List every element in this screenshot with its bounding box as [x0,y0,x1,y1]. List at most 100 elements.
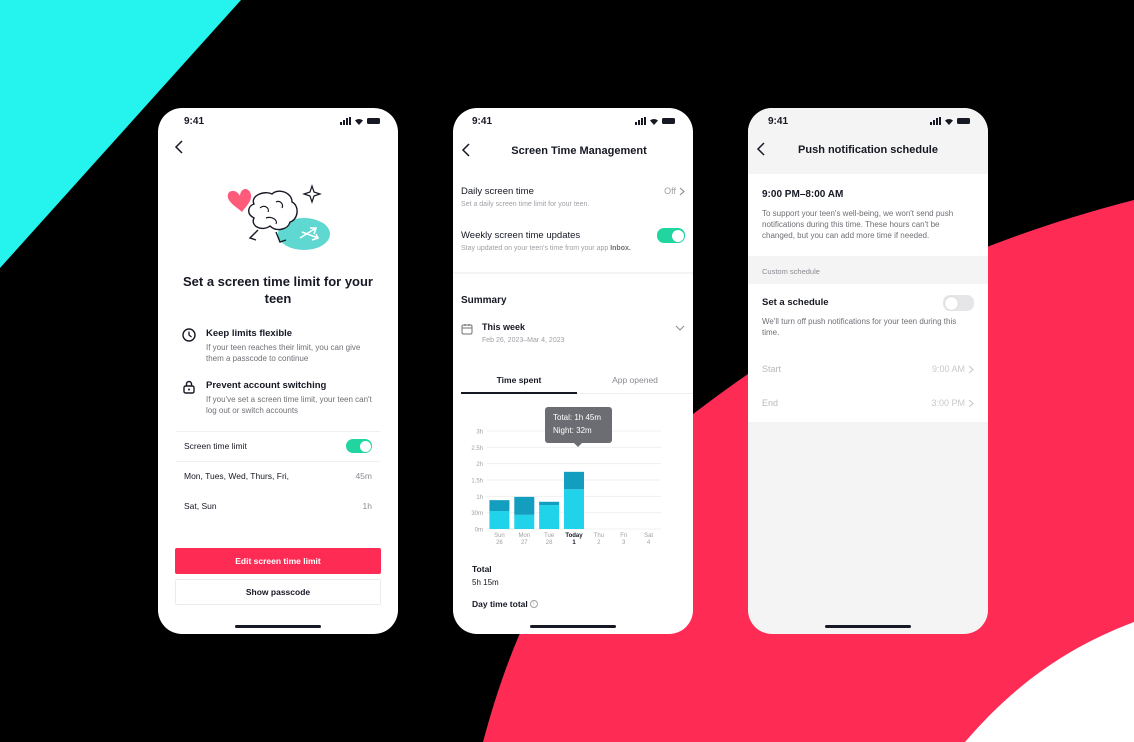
limit-row-weekdays[interactable]: Mon, Tues, Wed, Thurs, Fri, 45m [184,471,372,481]
set-schedule-desc: We'll turn off push notifications for yo… [762,317,957,337]
tab-time-spent[interactable]: Time spent [461,372,577,394]
y-tick-label: 2h [476,462,483,468]
chevron-right-icon [679,187,685,195]
home-indicator[interactable] [530,625,616,628]
feature-title: Keep limits flexible [206,328,293,339]
x-tick-date: 4 [647,540,651,546]
y-tick-label: 0m [475,528,483,534]
quiet-hours-card: 9:00 PM–8:00 AM To support your teen's w… [748,174,988,256]
signal-icon [340,117,351,125]
start-label: Start [762,364,782,374]
home-indicator[interactable] [825,625,911,628]
daily-screen-time-desc: Set a daily screen time limit for your t… [461,201,590,208]
set-schedule-toggle[interactable] [943,295,974,311]
edit-screen-time-limit-button[interactable]: Edit screen time limit [175,548,381,574]
lock-icon [183,380,195,394]
y-tick-label: 1h [476,495,483,501]
bar-day [514,514,535,529]
phone-push-notification-schedule: 9:41 Push notification schedule 9:00 PM–… [748,108,988,634]
screen-time-limit-row: Screen time limit [184,439,372,453]
signal-icon [930,117,941,125]
bar-day [539,505,560,529]
feature-keep-limits-flexible: Keep limits flexible If your teen reache… [182,328,378,364]
set-schedule-title: Set a schedule [762,297,829,308]
x-tick-label: Tue [544,533,555,539]
wifi-icon [355,118,363,125]
x-tick-label: Today [565,533,583,539]
chart-tooltip: Total: 1h 45m Night: 32m [545,407,612,447]
time-spent-chart: 0m 30m 1h 1.5h 2h 2.5h 3h Sun 26 Mon 27 Tue 28 Today 1… [453,398,693,548]
end-time-row[interactable]: End 3:00 PM [762,398,974,408]
x-tick-label: Mon [518,533,530,539]
daily-screen-time-value: Off [664,186,676,196]
week-label: This week [482,322,526,332]
x-tick-label: Fri [620,533,627,539]
end-label: End [762,398,779,408]
limit-row-weekend[interactable]: Sat, Sun 1h [184,501,372,511]
x-tick-date: 1 [572,540,576,546]
inbox-link[interactable]: Inbox. [610,245,631,252]
week-selector[interactable]: This week Feb 26, 2023–Mar 4, 2023 [461,322,685,344]
status-bar: 9:41 [748,108,988,136]
daytime-total-label: Day time total [472,599,528,609]
divider [176,431,380,432]
total-value: 5h 15m [472,578,499,587]
bar-night [489,500,510,512]
feature-prevent-account-switching: Prevent account switching If you've set … [182,380,378,416]
phone-screen-time-limit: 9:41 Set a screen time limit for your te… [158,108,398,634]
x-tick-date: 3 [622,540,626,546]
end-value: 3:00 PM [931,398,965,408]
bar-night [514,496,535,515]
total-label: Total [472,564,492,574]
screen-time-limit-toggle[interactable] [346,439,372,453]
divider [176,461,380,462]
status-time: 9:41 [768,116,789,127]
heart-icon [227,189,252,212]
battery-icon [957,118,970,124]
summary-title: Summary [461,295,507,306]
info-icon[interactable]: i [529,600,538,608]
weekly-updates-toggle[interactable] [657,228,685,243]
week-range: Feb 26, 2023–Mar 4, 2023 [482,337,565,344]
limit-days: Sat, Sun [184,501,217,511]
quiet-hours-desc: To support your teen's well-being, we wo… [762,209,954,240]
status-bar: 9:41 [158,108,398,136]
start-time-row[interactable]: Start 9:00 AM [762,364,974,374]
tab-app-opened[interactable]: App opened [577,372,693,393]
weekly-updates-desc-text: Stay updated on your teen's time from yo… [461,245,611,252]
y-tick-label: 3h [476,430,483,436]
bar-day [489,511,510,529]
summary-tabs: Time spent App opened [461,372,693,394]
x-tick-label: Sat [644,533,653,539]
chevron-right-icon [968,365,974,373]
custom-schedule-label: Custom schedule [762,267,820,276]
back-arrow-icon[interactable] [172,139,188,155]
x-tick-label: Thu [594,533,604,539]
daytime-total-row: Day time total i [472,599,538,609]
signal-icon [635,117,646,125]
page-title: Push notification schedule [798,144,938,156]
x-tick-date: 27 [521,540,528,546]
x-tick-label: Sun [494,533,505,539]
daily-screen-time-row[interactable]: Daily screen time Set a daily screen tim… [461,186,685,208]
wifi-icon [650,118,658,125]
show-passcode-button[interactable]: Show passcode [175,579,381,605]
page-title: Screen Time Management [511,145,647,157]
battery-icon [662,118,675,124]
clock-icon [182,328,196,342]
status-bar: 9:41 [453,108,693,136]
section-divider [453,272,693,274]
status-time: 9:41 [472,116,493,127]
limit-value: 1h [362,501,372,511]
page-title: Set a screen time limit for your teen [182,274,373,306]
bar-night [564,471,584,490]
y-tick-label: 2.5h [471,446,483,452]
calendar-icon [461,324,473,335]
battery-icon [367,118,380,124]
weekly-updates-row: Weekly screen time updates Stay updated … [461,228,685,252]
feature-description: If your teen reaches their limit, you ca… [206,343,361,363]
status-time: 9:41 [184,116,205,127]
home-indicator[interactable] [235,625,321,628]
x-tick-date: 28 [546,540,553,546]
screen-time-limit-label: Screen time limit [184,441,247,451]
